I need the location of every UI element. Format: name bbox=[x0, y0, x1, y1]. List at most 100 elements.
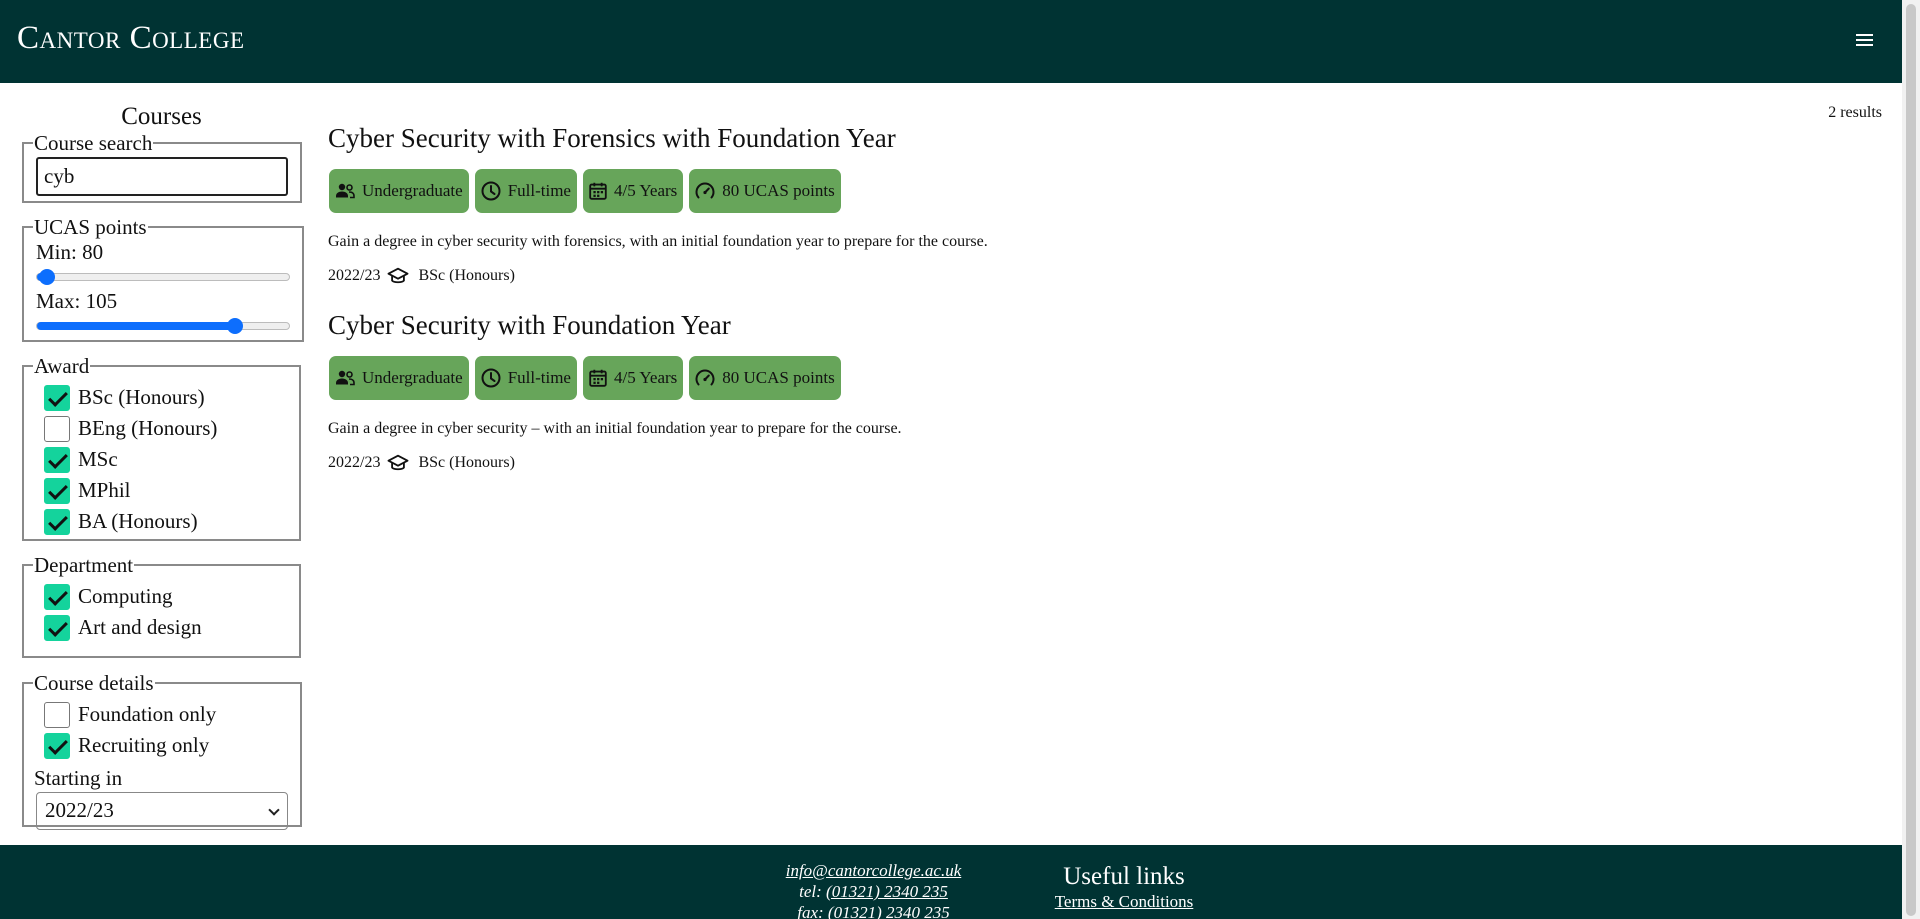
ucas-max-label: Max: 105 bbox=[36, 289, 118, 313]
course-year: 2022/23 bbox=[328, 267, 381, 284]
ucas-min-slider[interactable] bbox=[36, 269, 290, 285]
foundation-only-option[interactable]: Foundation only bbox=[36, 699, 288, 730]
course-badges: Undergraduate Full-time 4/5 Years 80 UCA… bbox=[328, 169, 1528, 213]
starting-in-value: 2022/23 bbox=[45, 798, 114, 822]
ucas-min-label: Min: 80 bbox=[36, 240, 104, 264]
foundation-only-checkbox[interactable] bbox=[44, 701, 70, 728]
award-option-bsc-honours[interactable]: BSc (Honours) bbox=[36, 382, 287, 413]
sidebar-title: Courses bbox=[121, 103, 202, 130]
results-count: 2 results bbox=[1828, 104, 1882, 121]
course-award: BSc (Honours) bbox=[418, 267, 515, 284]
site-footer: info@cantorcollege.ac.uk tel: (01321) 23… bbox=[0, 845, 1902, 919]
award-legend: Award bbox=[34, 354, 90, 378]
menu-icon[interactable] bbox=[1846, 26, 1880, 54]
course-description: Gain a degree in cyber security – with a… bbox=[328, 420, 902, 437]
email-link[interactable]: info@cantorcollege.ac.uk bbox=[786, 861, 962, 880]
site-brand[interactable]: Cantor College bbox=[17, 20, 245, 57]
useful-links-title: Useful links bbox=[1063, 863, 1185, 890]
department-checkbox[interactable] bbox=[44, 614, 70, 641]
calendar-icon bbox=[589, 182, 607, 200]
course-title[interactable]: Cyber Security with Foundation Year bbox=[328, 307, 731, 343]
award-option-label: BEng (Honours) bbox=[78, 416, 218, 440]
badge-ucas-label: 80 UCAS points bbox=[722, 181, 835, 200]
people-icon bbox=[336, 183, 355, 199]
course-search-input[interactable] bbox=[36, 157, 288, 196]
clock-icon bbox=[481, 368, 501, 388]
badge-duration: 4/5 Years bbox=[582, 169, 684, 213]
course-title[interactable]: Cyber Security with Forensics with Found… bbox=[328, 120, 896, 156]
foundation-only-label: Foundation only bbox=[78, 702, 217, 726]
department-group: Department Computing Art and design bbox=[22, 554, 301, 658]
award-checkbox[interactable] bbox=[44, 446, 70, 473]
badge-ucas-label: 80 UCAS points bbox=[722, 368, 835, 387]
badge-ucas: 80 UCAS points bbox=[689, 356, 841, 400]
recruiting-only-label: Recruiting only bbox=[78, 733, 210, 757]
badge-mode: Full-time bbox=[474, 169, 577, 213]
people-icon bbox=[336, 370, 355, 386]
recruiting-only-checkbox[interactable] bbox=[44, 732, 70, 759]
award-option-label: BSc (Honours) bbox=[78, 385, 205, 409]
scrollbar-thumb[interactable] bbox=[1906, 4, 1916, 916]
gauge-icon bbox=[695, 182, 715, 199]
award-option-label: MPhil bbox=[78, 478, 131, 502]
terms-link[interactable]: Terms & Conditions bbox=[1055, 892, 1194, 912]
award-checkbox[interactable] bbox=[44, 508, 70, 535]
award-checkbox[interactable] bbox=[44, 415, 70, 442]
ucas-points-group: UCAS points Min: 80 Max: 105 bbox=[22, 216, 304, 342]
gauge-icon bbox=[695, 369, 715, 386]
course-card: Cyber Security with Foundation Year Unde… bbox=[328, 307, 1528, 473]
award-option-mphil[interactable]: MPhil bbox=[36, 475, 287, 506]
badge-level-label: Undergraduate bbox=[362, 368, 463, 387]
course-details-group: Course details Foundation only Recruitin… bbox=[22, 671, 302, 830]
ucas-points-legend: UCAS points bbox=[34, 215, 147, 239]
useful-links-block: Useful links Terms & Conditions bbox=[1030, 863, 1218, 912]
fax-link[interactable]: (01321) 2340 235 bbox=[828, 903, 950, 919]
clock-icon bbox=[481, 181, 501, 201]
department-option-label: Art and design bbox=[78, 615, 202, 639]
badge-mode: Full-time bbox=[474, 356, 577, 400]
department-option-computing[interactable]: Computing bbox=[36, 581, 287, 612]
course-year: 2022/23 bbox=[328, 454, 381, 471]
tel-prefix: tel: bbox=[799, 882, 827, 901]
graduation-cap-icon bbox=[387, 267, 409, 284]
award-option-label: MSc bbox=[78, 447, 118, 471]
course-meta: 2022/23 BSc (Honours) bbox=[328, 453, 1528, 473]
chevron-down-icon bbox=[268, 804, 280, 816]
badge-duration-label: 4/5 Years bbox=[613, 368, 678, 387]
filter-sidebar: Courses Course search UCAS points Min: 8… bbox=[22, 102, 304, 830]
award-option-label: BA (Honours) bbox=[78, 509, 198, 533]
ucas-max-slider[interactable] bbox=[36, 318, 290, 334]
department-option-art-and-design[interactable]: Art and design bbox=[36, 612, 287, 643]
tel-link[interactable]: (01321) 2340 235 bbox=[826, 882, 948, 901]
starting-in-label: Starting in bbox=[34, 766, 123, 790]
course-details-legend: Course details bbox=[34, 671, 154, 695]
badge-mode-label: Full-time bbox=[507, 368, 571, 387]
award-checkbox[interactable] bbox=[44, 384, 70, 411]
course-search-group: Course search bbox=[22, 132, 302, 203]
badge-ucas: 80 UCAS points bbox=[689, 169, 841, 213]
ucas-min-slider-handle[interactable] bbox=[39, 269, 56, 285]
badge-mode-label: Full-time bbox=[507, 181, 571, 200]
course-search-legend: Course search bbox=[34, 131, 153, 155]
badge-duration-label: 4/5 Years bbox=[613, 181, 678, 200]
department-checkbox[interactable] bbox=[44, 583, 70, 610]
award-checkbox[interactable] bbox=[44, 477, 70, 504]
award-option-beng-honours[interactable]: BEng (Honours) bbox=[36, 413, 287, 444]
starting-in-select[interactable]: 2022/23 bbox=[36, 792, 288, 830]
badge-level: Undergraduate bbox=[329, 169, 469, 213]
badge-level: Undergraduate bbox=[329, 356, 469, 400]
calendar-icon bbox=[589, 369, 607, 387]
contact-block: info@cantorcollege.ac.uk tel: (01321) 23… bbox=[760, 860, 987, 919]
course-card: Cyber Security with Forensics with Found… bbox=[328, 120, 1528, 286]
graduation-cap-icon bbox=[387, 454, 409, 471]
site-header: Cantor College bbox=[0, 0, 1902, 83]
course-badges: Undergraduate Full-time 4/5 Years 80 UCA… bbox=[328, 356, 1528, 400]
award-option-msc[interactable]: MSc bbox=[36, 444, 287, 475]
award-option-ba-honours[interactable]: BA (Honours) bbox=[36, 506, 287, 537]
award-group: Award BSc (Honours) BEng (Honours) MSc M… bbox=[22, 355, 301, 541]
page-scrollbar[interactable] bbox=[1902, 0, 1920, 919]
badge-level-label: Undergraduate bbox=[362, 181, 463, 200]
recruiting-only-option[interactable]: Recruiting only bbox=[36, 730, 288, 761]
fax-prefix: fax: bbox=[797, 903, 828, 919]
ucas-max-slider-handle[interactable] bbox=[226, 318, 243, 334]
